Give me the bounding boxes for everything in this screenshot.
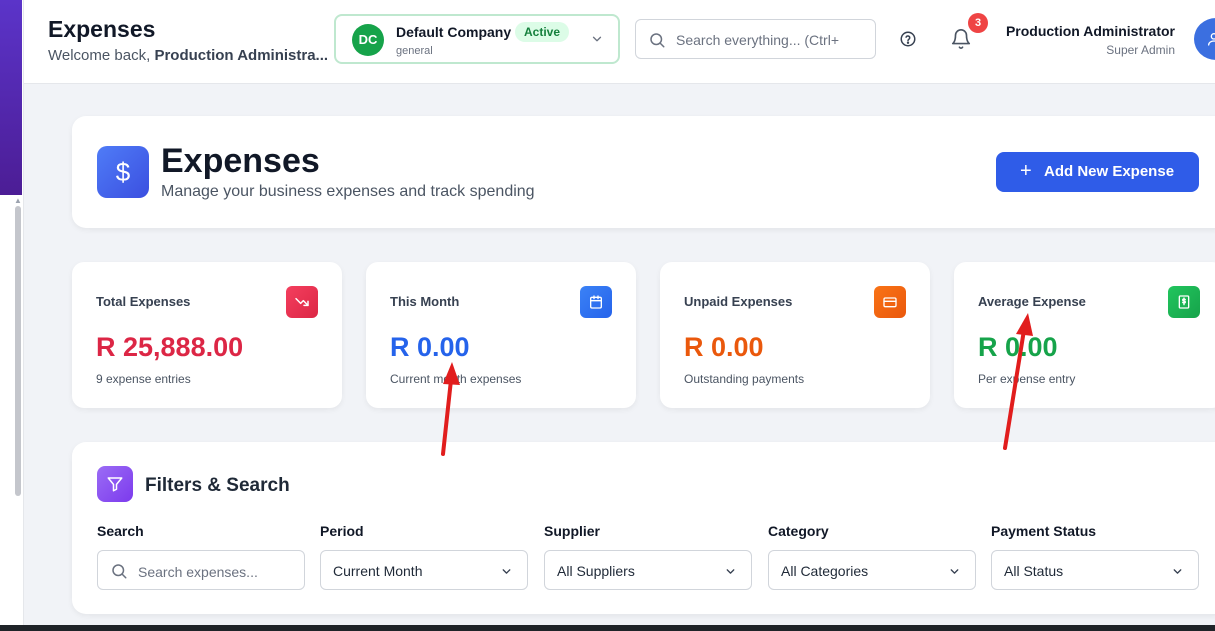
notification-count-badge: 3 [968,13,988,33]
stat-value: R 0.00 [978,332,1058,362]
expense-search-placeholder: Search expenses... [138,564,258,580]
global-search-placeholder: Search everything... (Ctrl+ [676,32,840,48]
stat-description: Outstanding payments [684,372,805,386]
search-icon [650,33,665,48]
period-select-value: Current Month [333,563,423,579]
search-icon [112,564,127,579]
chevron-down-icon [950,569,959,574]
filter-status-group: Payment Status All Status [991,523,1199,590]
sidebar-brand-area [0,0,22,195]
filters-panel: Filters & Search Search Search expenses.… [72,442,1215,614]
page-hero: $ Expenses Manage your business expenses… [72,116,1215,228]
add-new-expense-label: Add New Expense [1044,163,1175,180]
supplier-select[interactable]: All Suppliers [544,550,752,590]
user-name[interactable]: Production Administrator [1006,23,1175,39]
filter-supplier-group: Supplier All Suppliers [544,523,752,590]
user-icon [1208,33,1215,46]
stat-card-total-expenses: Total Expenses R 25,888.00 9 expense ent… [72,262,342,408]
payment-status-select[interactable]: All Status [991,550,1199,590]
bell-icon[interactable] [950,28,972,50]
welcome-prefix: Welcome back, [48,47,155,64]
payment-status-select-value: All Status [1004,563,1064,579]
dollar-receipt-icon [1168,286,1200,318]
chevron-down-icon [502,569,511,574]
user-role: Super Admin [1106,43,1175,57]
stat-description: Per expense entry [978,372,1076,386]
sidebar-edge: ▲ [0,0,24,631]
stat-title: Total Expenses [96,294,191,309]
stat-description: 9 expense entries [96,372,191,386]
calendar-icon [580,286,612,318]
stat-card-average-expense: Average Expense R 0.00 Per expense entry [954,262,1215,408]
credit-card-icon [874,286,906,318]
stat-value: R 0.00 [390,332,470,362]
trending-down-icon [286,286,318,318]
status-badge: Active [515,22,570,42]
scroll-up-arrow-icon[interactable]: ▲ [14,196,22,205]
filter-status-label: Payment Status [991,523,1097,539]
hero-subtitle: Manage your business expenses and track … [161,183,535,200]
category-select-value: All Categories [781,563,869,579]
filter-search-label: Search [97,523,144,539]
filter-category-group: Category All Categories [768,523,976,590]
page-title: Expenses [48,16,156,42]
period-select[interactable]: Current Month [320,550,528,590]
chevron-down-icon [1173,569,1182,574]
taskbar-edge [0,625,1215,631]
sidebar-scrollbar[interactable] [15,206,21,496]
stat-description: Current month expenses [390,372,522,386]
filters-title: Filters & Search [145,475,290,496]
stat-title: This Month [390,294,460,309]
chevron-down-icon [592,36,602,42]
filter-period-label: Period [320,523,364,539]
stat-title: Average Expense [978,294,1086,309]
help-icon[interactable] [899,30,917,48]
add-new-expense-button[interactable]: + Add New Expense [996,152,1199,192]
welcome-user: Production Administra... [154,47,329,64]
chevron-down-icon [726,569,735,574]
filter-search-group: Search Search expenses... [97,523,305,590]
stat-value: R 0.00 [684,332,764,362]
filter-icon [97,466,133,502]
filter-supplier-label: Supplier [544,523,601,539]
stat-value: R 25,888.00 [96,332,244,362]
filter-period-group: Period Current Month [320,523,528,590]
stat-title: Unpaid Expenses [684,294,793,309]
top-header: Expenses Welcome back, Production Admini… [24,0,1215,84]
plus-icon: + [1020,160,1032,182]
hero-title: Expenses [161,142,320,180]
stat-card-unpaid-expenses: Unpaid Expenses R 0.00 Outstanding payme… [660,262,930,408]
company-avatar: DC [352,24,384,56]
global-search-input[interactable]: Search everything... (Ctrl+ [635,19,876,59]
company-name: Default Company [396,24,512,40]
expense-search-input[interactable]: Search expenses... [97,550,305,590]
company-subtitle: general [396,45,433,57]
stat-card-this-month: This Month R 0.00 Current month expenses [366,262,636,408]
dollar-icon: $ [97,146,149,198]
company-switcher[interactable]: DC Default Company Active general [334,14,620,64]
user-avatar[interactable] [1194,18,1215,60]
supplier-select-value: All Suppliers [557,563,635,579]
filter-category-label: Category [768,523,829,539]
category-select[interactable]: All Categories [768,550,976,590]
welcome-message: Welcome back, Production Administra... [48,47,338,64]
